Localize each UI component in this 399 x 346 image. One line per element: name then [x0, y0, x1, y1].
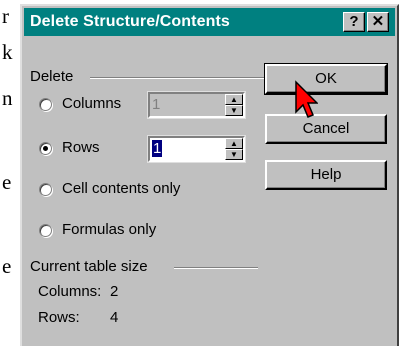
columns-stepper[interactable]: 1 ▲ ▼ — [147, 91, 246, 119]
rows-option-label[interactable]: Rows — [62, 139, 100, 156]
columns-radio[interactable] — [39, 98, 52, 111]
dialog-title: Delete Structure/Contents — [30, 13, 230, 30]
cell-contents-radio[interactable] — [39, 183, 52, 196]
table-columns-value: 2 — [110, 283, 119, 300]
table-columns-label: Columns: — [38, 283, 102, 300]
rows-count-field[interactable]: 1 — [150, 138, 225, 160]
background-text-fragment: k — [2, 40, 13, 64]
background-text-fragment: r — [2, 4, 9, 28]
help-title-button[interactable]: ? — [343, 12, 365, 32]
ok-button[interactable]: OK — [264, 63, 388, 95]
rows-up-arrow-icon[interactable]: ▲ — [225, 138, 243, 149]
table-rows-label: Rows: — [38, 309, 80, 326]
background-text-fragment: e — [2, 170, 12, 194]
background-text-fragment: e — [2, 254, 12, 278]
table-size-divider — [174, 267, 258, 269]
columns-count-field[interactable]: 1 — [150, 94, 225, 116]
rows-down-arrow-icon[interactable]: ▼ — [225, 149, 243, 160]
columns-down-arrow-icon[interactable]: ▼ — [225, 105, 243, 116]
mouse-pointer-icon — [295, 80, 318, 118]
table-rows-value: 4 — [110, 309, 119, 326]
background-text-fragment: n — [2, 86, 13, 110]
delete-structure-dialog: Delete Structure/Contents ? ✕ Delete Col… — [20, 4, 399, 346]
columns-option-label[interactable]: Columns — [62, 95, 121, 112]
formulas-radio[interactable] — [39, 224, 52, 237]
delete-group-label: Delete — [30, 68, 74, 85]
screen: r k n e e Delete Structure/Contents ? ✕ … — [0, 0, 399, 346]
rows-count-value: 1 — [152, 140, 163, 157]
columns-stepper-arrows: ▲ ▼ — [225, 94, 243, 116]
formulas-option-label[interactable]: Formulas only — [62, 221, 156, 238]
rows-stepper-arrows: ▲ ▼ — [225, 138, 243, 160]
rows-radio[interactable] — [39, 142, 52, 155]
dialog-title-bar[interactable]: Delete Structure/Contents ? ✕ — [24, 8, 395, 36]
table-size-group-label: Current table size — [30, 258, 148, 275]
delete-group-divider — [90, 77, 266, 79]
close-icon[interactable]: ✕ — [367, 12, 389, 32]
help-button[interactable]: Help — [265, 160, 387, 190]
radio-selected-dot — [43, 146, 48, 151]
cell-contents-option-label[interactable]: Cell contents only — [62, 180, 180, 197]
cancel-button[interactable]: Cancel — [265, 114, 387, 144]
rows-stepper[interactable]: 1 ▲ ▼ — [147, 135, 246, 163]
columns-up-arrow-icon[interactable]: ▲ — [225, 94, 243, 105]
